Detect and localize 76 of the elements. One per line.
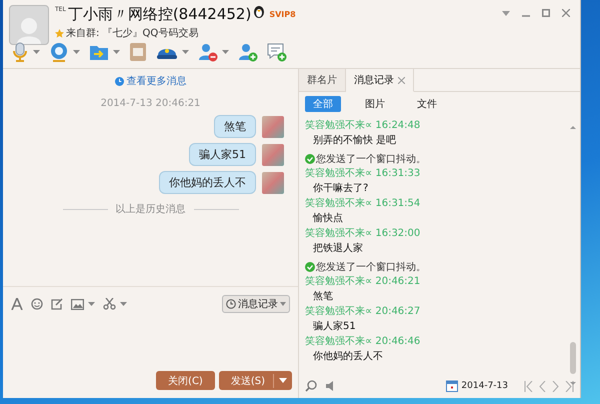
message-bubble: 煞笔	[214, 115, 256, 138]
webcam-icon[interactable]	[49, 42, 69, 62]
message-header: 笑容勉强不来∝ 20:46:21	[305, 274, 422, 289]
vip-label: SVIP8	[269, 10, 296, 18]
message-header: 笑容勉强不来∝ 20:46:46	[305, 334, 422, 349]
caret-icon	[280, 302, 286, 306]
folder-icon[interactable]	[89, 43, 109, 61]
caret-icon[interactable]	[73, 50, 80, 54]
message-header: 笑容勉强不来∝ 16:24:48	[305, 118, 422, 133]
scrollbar[interactable]	[569, 125, 577, 387]
message-header: 笑容勉强不来∝ 20:46:27	[305, 304, 422, 319]
add-user-icon[interactable]	[238, 42, 258, 62]
clock-icon	[226, 299, 236, 309]
scissors-icon[interactable]	[103, 298, 116, 310]
avatar	[262, 144, 284, 166]
date-label: 2014-7-13	[461, 381, 508, 391]
check-icon	[305, 154, 315, 164]
avatar	[262, 172, 284, 194]
system-notice: 您发送了一个窗口抖动。	[316, 260, 426, 274]
caret-icon[interactable]	[222, 50, 229, 54]
close-icon[interactable]	[398, 76, 405, 84]
caret-icon[interactable]	[120, 302, 127, 306]
calendar-icon[interactable]	[446, 380, 458, 392]
star-icon	[55, 28, 64, 38]
add-chat-icon[interactable]	[267, 42, 287, 62]
message-text: 你他妈的丢人不	[312, 350, 384, 364]
system-notice: 您发送了一个窗口抖动。	[316, 152, 426, 166]
check-icon	[305, 262, 315, 272]
close-button[interactable]: 关闭(C)	[156, 371, 215, 390]
emoji-icon[interactable]	[31, 298, 43, 310]
message-header: 笑容勉强不来∝ 16:32:00	[305, 226, 422, 241]
caret-icon[interactable]	[33, 50, 40, 54]
timestamp: 2014-7-13 20:46:21	[100, 98, 200, 109]
message-text: 别弄的不愉快 是吧	[312, 134, 398, 148]
maximize-icon[interactable]	[542, 9, 550, 17]
close-icon[interactable]	[562, 9, 570, 17]
message-history-button[interactable]: 消息记录	[222, 295, 290, 313]
next-icon[interactable]	[552, 380, 559, 392]
font-icon[interactable]	[11, 298, 23, 310]
microphone-icon[interactable]	[11, 42, 29, 62]
message-text: 你干嘛去了?	[312, 182, 370, 196]
avatar[interactable]	[9, 5, 49, 45]
filter-tab[interactable]: 图片	[357, 96, 393, 112]
contact-name: 丁小雨〃网络控(8442452)	[68, 5, 252, 23]
tab[interactable]: 群名片	[299, 69, 346, 92]
edit-icon[interactable]	[51, 298, 63, 310]
message-header: 笑容勉强不来∝ 16:31:33	[305, 166, 422, 181]
filter-tab[interactable]: 全部	[305, 96, 341, 112]
history-divider: 以上是历史消息	[116, 202, 186, 216]
group-source: 来自群: 『七少』QQ号码交易	[66, 26, 198, 40]
message-text: 愉快点	[312, 212, 344, 226]
envelope-icon[interactable]	[129, 42, 147, 62]
penguin-icon	[253, 5, 266, 18]
send-button[interactable]: 发送(S)	[218, 371, 292, 390]
caret-icon[interactable]	[279, 378, 287, 383]
message-bubble: 骗人家51	[189, 143, 256, 166]
search-icon[interactable]	[305, 380, 317, 392]
caret-icon[interactable]	[182, 50, 189, 54]
dropdown-icon[interactable]	[502, 10, 510, 16]
avatar	[262, 116, 284, 138]
message-text: 骗人家51	[312, 320, 357, 334]
message-bubble: 你他妈的丢人不	[159, 171, 256, 194]
message-text: 把铁退人家	[312, 242, 364, 256]
view-more-link[interactable]: 查看更多消息	[114, 74, 186, 88]
remove-user-icon[interactable]	[198, 42, 218, 62]
image-icon[interactable]	[71, 298, 84, 310]
tab[interactable]: 消息记录	[346, 69, 414, 92]
caret-icon[interactable]	[113, 50, 120, 54]
message-header: 笑容勉强不来∝ 16:31:54	[305, 196, 422, 211]
last-page-icon[interactable]	[565, 380, 574, 392]
clock-icon	[114, 76, 124, 86]
first-page-icon[interactable]	[524, 380, 533, 392]
message-text: 煞笔	[312, 290, 334, 304]
previous-icon[interactable]	[539, 380, 546, 392]
caret-icon[interactable]	[88, 302, 95, 306]
filter-tab[interactable]: 文件	[409, 96, 445, 112]
